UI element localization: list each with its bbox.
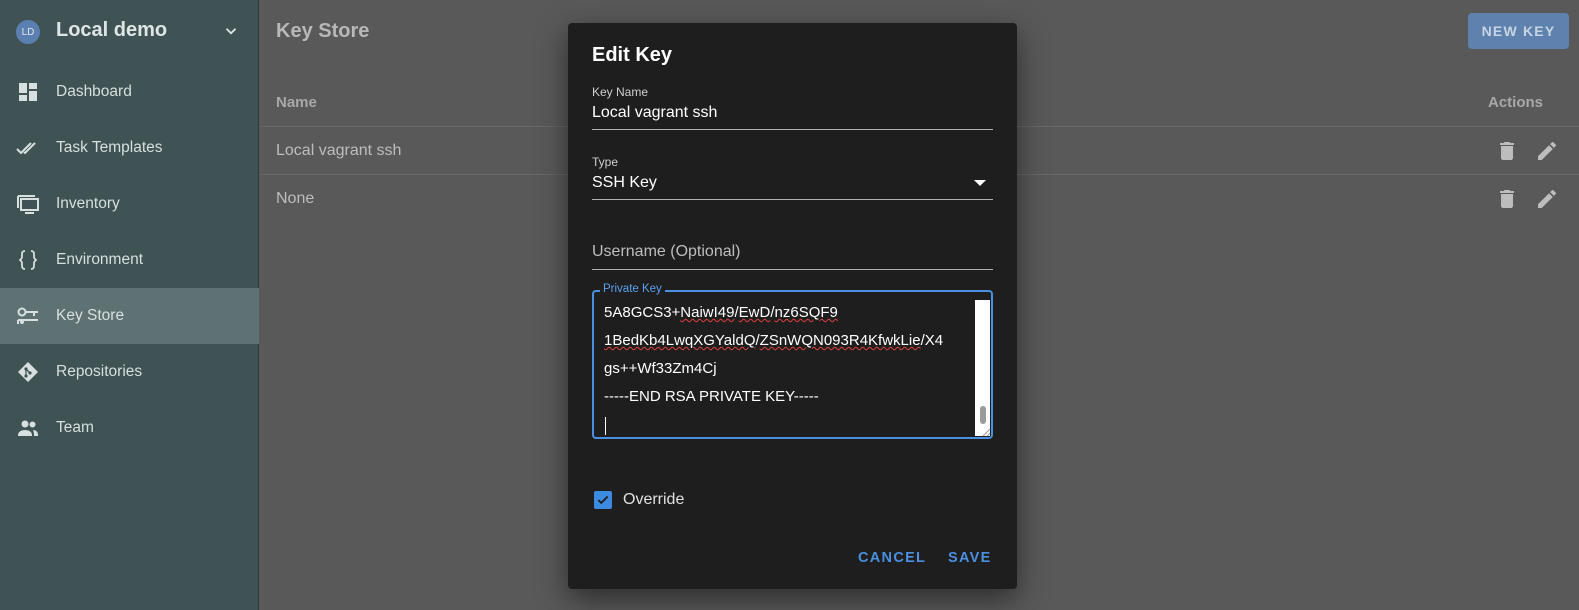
field-underline — [592, 199, 993, 200]
scrollbar-thumb[interactable] — [980, 406, 986, 424]
sidebar: LD Local demo Dashboard Task Templates I… — [0, 0, 259, 610]
page-title: Key Store — [276, 20, 370, 42]
sidebar-item-dashboard[interactable]: Dashboard — [0, 64, 259, 120]
delete-icon[interactable] — [1495, 187, 1519, 211]
private-key-line: gs++Wf33Zm4Cj — [604, 360, 717, 377]
check-icon — [597, 495, 609, 505]
resize-handle-icon[interactable] — [981, 427, 991, 437]
table-row-name: None — [276, 190, 315, 207]
sidebar-item-repositories[interactable]: Repositories — [0, 344, 259, 400]
project-avatar: LD — [16, 20, 40, 44]
sidebar-item-key-store[interactable]: Key Store — [0, 288, 259, 344]
cancel-button[interactable]: CANCEL — [858, 550, 926, 566]
monitor-icon — [16, 192, 40, 216]
column-header-name: Name — [276, 94, 317, 111]
double-check-icon — [16, 136, 40, 160]
save-button[interactable]: SAVE — [948, 550, 992, 566]
sidebar-item-label: Key Store — [56, 307, 125, 324]
sidebar-item-environment[interactable]: Environment — [0, 232, 259, 288]
project-switcher[interactable]: LD Local demo — [0, 0, 259, 62]
team-icon — [16, 416, 40, 440]
override-checkbox[interactable] — [594, 491, 612, 509]
private-key-line: 5A8GCS3+NaiwI49/EwD/nz6SQF9 — [604, 304, 838, 321]
chevron-down-icon[interactable] — [222, 22, 240, 40]
private-key-line: -----END RSA PRIVATE KEY----- — [604, 388, 819, 405]
column-header-actions: Actions — [1488, 94, 1544, 111]
delete-icon[interactable] — [1495, 139, 1519, 163]
type-select[interactable]: SSH Key — [592, 174, 657, 192]
sidebar-item-label: Team — [56, 419, 94, 436]
key-name-input[interactable]: Local vagrant ssh — [592, 104, 717, 122]
table-row-name: Local vagrant ssh — [276, 142, 402, 159]
username-input[interactable]: Username (Optional) — [592, 243, 741, 261]
edit-icon[interactable] — [1535, 187, 1559, 211]
sidebar-item-label: Dashboard — [56, 83, 132, 100]
git-icon — [16, 360, 40, 384]
key-icon — [16, 304, 40, 328]
override-label[interactable]: Override — [623, 491, 684, 509]
private-key-label: Private Key — [600, 283, 665, 295]
type-label: Type — [592, 155, 619, 169]
key-name-label: Key Name — [592, 85, 649, 99]
sidebar-item-inventory[interactable]: Inventory — [0, 176, 259, 232]
sidebar-item-label: Inventory — [56, 195, 120, 212]
sidebar-item-team[interactable]: Team — [0, 400, 259, 456]
dashboard-icon — [16, 80, 40, 104]
new-key-button[interactable]: NEW KEY — [1468, 13, 1569, 49]
caret-down-icon[interactable] — [974, 179, 986, 187]
braces-icon — [16, 248, 40, 272]
sidebar-item-label: Environment — [56, 251, 144, 268]
sidebar-item-label: Task Templates — [56, 139, 163, 156]
field-underline — [592, 129, 993, 130]
field-underline — [592, 269, 993, 270]
private-key-line: 1BedKb4LwqXGYaldQ/ZSnWQN093R4KfwkLie/X4 — [604, 332, 944, 349]
dialog-title: Edit Key — [592, 44, 673, 66]
text-cursor — [605, 417, 606, 435]
sidebar-item-task-templates[interactable]: Task Templates — [0, 120, 259, 176]
edit-key-dialog: Edit Key Key Name Local vagrant ssh Type… — [568, 23, 1017, 589]
sidebar-item-label: Repositories — [56, 363, 143, 380]
project-name: Local demo — [56, 19, 168, 41]
edit-icon[interactable] — [1535, 139, 1559, 163]
